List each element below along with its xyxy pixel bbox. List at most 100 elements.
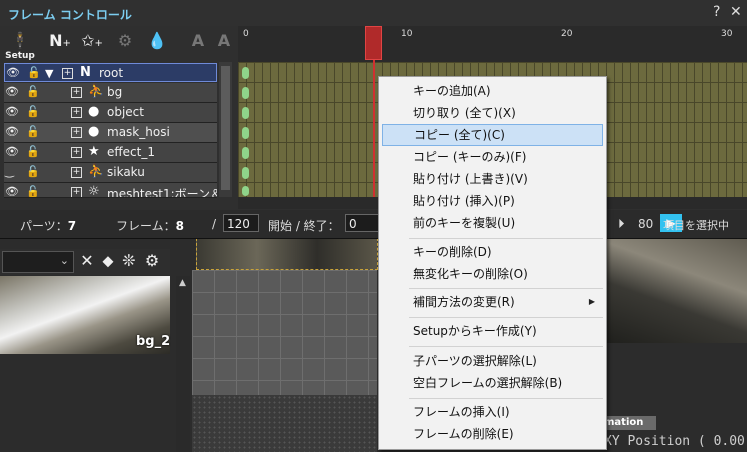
expand-toggle-icon[interactable]: +: [71, 167, 82, 178]
chevron-down-icon: ⌄: [59, 254, 69, 267]
lock-icon[interactable]: 🔓: [26, 85, 40, 98]
menu-item-create-key-from-setup[interactable]: Setupからキー作成(Y): [382, 320, 603, 342]
keyframe[interactable]: [242, 147, 249, 159]
layer-name: object: [107, 105, 144, 119]
layer-row-sikaku[interactable]: ‿ 🔓 + ⛹ sikaku: [4, 163, 217, 183]
scroll-up-icon[interactable]: ▲: [179, 278, 186, 288]
lock-icon[interactable]: 🔓: [26, 185, 40, 197]
close-button[interactable]: ✕: [730, 4, 744, 20]
gear-icon[interactable]: ⚙: [143, 252, 161, 270]
parts-scrollbar[interactable]: ▲: [176, 276, 190, 452]
lock-icon[interactable]: 🔓: [27, 66, 41, 79]
eye-icon[interactable]: 👁: [5, 85, 19, 98]
tab-animation[interactable]: mation: [600, 416, 656, 430]
menu-item-insert-frame[interactable]: フレームの挿入(I): [382, 401, 603, 423]
menu-item-cut-all[interactable]: 切り取り (全て)(X): [382, 102, 603, 124]
next-frame-icon[interactable]: ⏵: [618, 217, 625, 232]
menu-item-change-interpolation[interactable]: 補間方法の変更(R) ▶: [382, 291, 603, 313]
menu-item-delete-frame[interactable]: フレームの削除(E): [382, 423, 603, 445]
keyframe[interactable]: [242, 127, 249, 139]
gear-add-button[interactable]: ⚙: [113, 30, 137, 60]
layer-row-object[interactable]: 👁 🔓 + ● object: [4, 103, 217, 123]
layer-row-bg[interactable]: 👁 🔓 + ⛹ bg: [4, 83, 217, 103]
lock-icon[interactable]: 🔓: [26, 165, 40, 178]
playhead-handle[interactable]: [365, 26, 382, 60]
close-icon[interactable]: ✕: [78, 252, 96, 270]
key-a-button[interactable]: A: [186, 30, 210, 60]
bone-mesh-part-icon: ☼: [88, 184, 100, 198]
expand-toggle-icon[interactable]: +: [71, 187, 82, 197]
keyframe[interactable]: [242, 107, 249, 119]
eye-icon[interactable]: 👁: [5, 105, 19, 118]
new-star-button[interactable]: ✩+: [80, 30, 104, 60]
playhead-line: [373, 60, 375, 197]
keyframe[interactable]: [242, 186, 249, 196]
null-part-icon: N: [80, 65, 91, 80]
parts-count: パーツ：7: [20, 217, 76, 234]
menu-item-deselect-empty-frames[interactable]: 空白フレームの選択解除(B): [382, 372, 603, 394]
layer-row-mask-hosi[interactable]: 👁 🔓 + ● mask_hosi: [4, 123, 217, 143]
drop-add-button[interactable]: 💧: [145, 30, 169, 60]
canvas-grid[interactable]: [192, 270, 377, 395]
eye-icon[interactable]: 👁: [5, 125, 19, 138]
menu-item-delete-key[interactable]: キーの削除(D): [382, 241, 603, 263]
menu-item-paste-insert[interactable]: 貼り付け (挿入)(P): [382, 190, 603, 212]
key-a2-button[interactable]: A: [212, 30, 236, 60]
expand-toggle-icon[interactable]: +: [71, 107, 82, 118]
key-a2-icon: A: [217, 31, 231, 50]
scrollbar-thumb[interactable]: [221, 66, 230, 190]
tag-icon[interactable]: ⬥: [99, 252, 117, 270]
setup-button[interactable]: 🕴 Setup: [4, 30, 36, 61]
menu-item-add-key[interactable]: キーの追加(A): [382, 80, 603, 102]
window-title: フレーム コントロール: [8, 8, 132, 22]
eye-icon[interactable]: 👁: [6, 66, 20, 79]
keyframe[interactable]: [242, 67, 249, 79]
menu-item-copy-keys-only[interactable]: コピー (キーのみ)(F): [382, 146, 603, 168]
end-frame-value: 80: [638, 217, 654, 231]
eye-icon[interactable]: 👁: [5, 145, 19, 158]
circle-part-icon: ●: [88, 124, 100, 139]
sparkle-icon[interactable]: ❊: [120, 252, 138, 270]
total-frames-field[interactable]: 120: [223, 214, 259, 232]
eye-closed-icon[interactable]: ‿: [5, 165, 19, 178]
menu-item-delete-unchanged-keys[interactable]: 無変化キーの削除(O): [382, 263, 603, 285]
gear-add-icon: ⚙: [117, 31, 133, 50]
circle-part-icon: ●: [88, 104, 100, 119]
frame-value: 8: [175, 219, 184, 233]
eye-icon[interactable]: 👁: [5, 185, 19, 197]
keyframe[interactable]: [242, 167, 249, 179]
parts-dropdown[interactable]: ⌄: [2, 251, 74, 273]
menu-item-deselect-child-parts[interactable]: 子パーツの選択解除(L): [382, 350, 603, 372]
help-button[interactable]: ?: [713, 4, 727, 20]
expand-toggle-icon[interactable]: +: [71, 87, 82, 98]
image-part-icon: ⛹: [88, 84, 105, 99]
menu-separator: [409, 238, 603, 239]
frame-label: フレーム：: [116, 219, 176, 233]
new-part-button[interactable]: N+: [48, 30, 72, 60]
start-frame-field[interactable]: 0: [345, 214, 379, 232]
submenu-arrow-icon: ▶: [588, 297, 595, 306]
frame-slash: /: [212, 217, 217, 231]
lock-icon[interactable]: 🔓: [26, 105, 40, 118]
expand-toggle-icon[interactable]: +: [71, 147, 82, 158]
layer-row-meshtest1[interactable]: 👁 🔓 + ☼ meshtest1:ボーン＆メッシュ: [4, 183, 217, 198]
menu-item-copy-all[interactable]: コピー (全て)(C): [382, 124, 603, 146]
lock-icon[interactable]: 🔓: [26, 145, 40, 158]
layer-row-root[interactable]: 👁 🔓 ▼ + N root: [4, 63, 217, 82]
canvas-selected-image[interactable]: [196, 238, 378, 270]
thumbnail-label: bg_2: [136, 334, 171, 349]
menu-item-duplicate-previous-key[interactable]: 前のキーを複製(U): [382, 212, 603, 234]
lock-icon[interactable]: 🔓: [26, 125, 40, 138]
keyframe[interactable]: [242, 87, 249, 99]
menu-separator: [409, 317, 603, 318]
menu-item-paste-overwrite[interactable]: 貼り付け (上書き)(V): [382, 168, 603, 190]
layer-row-effect-1[interactable]: 👁 🔓 + ★ effect_1: [4, 143, 217, 163]
frame-ruler[interactable]: [238, 26, 747, 62]
expand-toggle-icon[interactable]: +: [71, 127, 82, 138]
setup-figure-icon: 🕴: [10, 31, 30, 50]
collapse-arrow-icon[interactable]: ▼: [45, 67, 53, 80]
layer-tree-scrollbar[interactable]: [219, 62, 232, 197]
layer-name: effect_1: [107, 145, 155, 159]
expand-toggle-icon[interactable]: +: [62, 68, 73, 79]
star-part-icon: ★: [88, 144, 100, 159]
